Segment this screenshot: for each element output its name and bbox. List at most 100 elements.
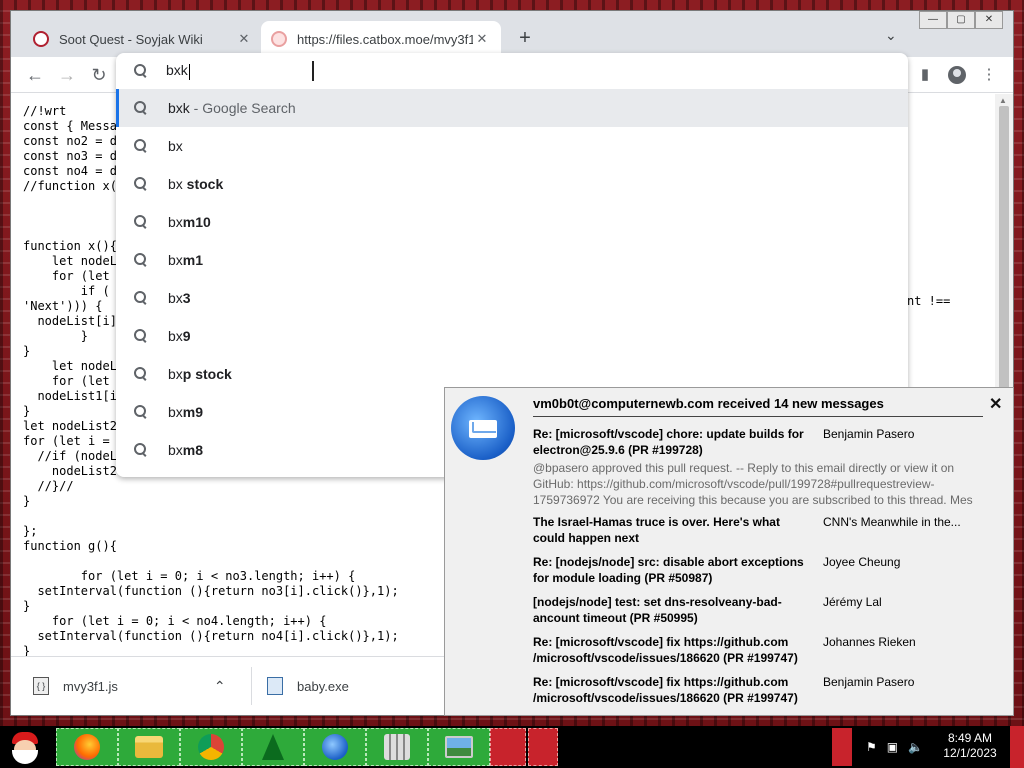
message-subject: Re: [nodejs/node] src: disable abort exc… xyxy=(533,555,804,585)
download-item-exe[interactable]: baby.exe xyxy=(267,671,349,701)
suggestion-item[interactable]: bxm10 xyxy=(116,203,908,241)
maximize-button[interactable]: ▢ xyxy=(947,11,975,29)
taskbar-button-extra[interactable] xyxy=(490,728,526,766)
taskbar-xmas-tree[interactable] xyxy=(242,728,304,766)
mail-notification[interactable]: vm0b0t@computernewb.com received 14 new … xyxy=(444,387,1014,716)
text-caret xyxy=(188,63,190,80)
message-subject: Re: [microsoft/vscode] fix https://githu… xyxy=(533,675,798,705)
suggestion-item[interactable]: bxk - Google Search xyxy=(116,89,908,127)
tab-catbox-file[interactable]: https://files.catbox.moe/mvy3f1.js ✕ xyxy=(261,21,501,57)
message-subject: Re: [microsoft/vscode] fix https://githu… xyxy=(533,635,798,665)
download-separator xyxy=(251,667,252,705)
taskbar: ⚑ ▣ 🔈 8:49 AM 12/1/2023 xyxy=(0,726,1024,768)
suggestion-item[interactable]: bx3 xyxy=(116,279,908,317)
address-bar[interactable]: bxk xyxy=(116,53,908,89)
new-tab-button[interactable]: + xyxy=(513,27,537,50)
download-item-js[interactable]: { } mvy3f1.js ⌃ xyxy=(33,671,226,701)
browser-menu-icon[interactable]: ⋮ xyxy=(977,63,1001,87)
taskbar-clock[interactable]: 8:49 AM 12/1/2023 xyxy=(940,731,1000,761)
exe-file-icon xyxy=(267,677,283,695)
clock-time: 8:49 AM xyxy=(947,731,993,745)
taskbar-image-viewer[interactable] xyxy=(428,728,490,766)
action-center-icon[interactable]: ⚑ xyxy=(866,740,877,754)
suggestion-completion: 9 xyxy=(182,328,191,344)
message-item[interactable]: Re: [microsoft/vscode] fix https://githu… xyxy=(533,674,993,710)
suggestion-typed: bx xyxy=(168,404,183,420)
catbox-favicon-icon xyxy=(271,31,287,47)
search-icon xyxy=(134,443,148,457)
santa-beard-icon xyxy=(12,750,38,764)
search-icon xyxy=(134,291,148,305)
taskbar-firefox[interactable] xyxy=(56,728,118,766)
tab-strip: Soot Quest - Soyjak Wiki ✕ https://files… xyxy=(11,11,1013,57)
scrollbar-thumb[interactable] xyxy=(999,106,1009,406)
image-viewer-icon xyxy=(445,736,473,758)
suggestion-typed: bxk xyxy=(168,100,190,116)
suggestion-item[interactable]: bx9 xyxy=(116,317,908,355)
js-file-icon: { } xyxy=(33,677,49,695)
taskbar-thunderbird[interactable] xyxy=(304,728,366,766)
message-item[interactable]: [nodejs/node] test: set dns-resolveany-b… xyxy=(533,594,993,630)
show-desktop-button[interactable] xyxy=(1010,726,1024,768)
minimize-button[interactable]: — xyxy=(919,11,947,29)
message-item[interactable]: Re: [nodejs/node] src: disable abort exc… xyxy=(533,554,993,590)
suggestion-item[interactable]: bx stock xyxy=(116,165,908,203)
suggestion-completion: m8 xyxy=(182,442,204,458)
tray-highlight[interactable] xyxy=(832,728,852,766)
search-icon xyxy=(134,177,148,191)
tab-close-icon[interactable]: ✕ xyxy=(473,31,491,47)
tab-title: https://files.catbox.moe/mvy3f1.js xyxy=(297,31,473,47)
suggestion-item[interactable]: bx xyxy=(116,127,908,165)
envelope-icon xyxy=(469,420,497,438)
notification-divider xyxy=(533,416,983,417)
tab-search-button[interactable]: ⌄ xyxy=(885,27,897,44)
address-input[interactable]: bxk xyxy=(166,62,190,80)
message-sender: Benjamin Pasero xyxy=(823,675,915,689)
message-subject: The Israel-Hamas truce is over. Here's w… xyxy=(533,515,780,545)
suggestion-completion: m1 xyxy=(182,252,204,268)
soyjak-wiki-favicon-icon xyxy=(33,31,49,47)
message-sender: Joyee Cheung xyxy=(823,555,901,569)
tab-title: Soot Quest - Soyjak Wiki xyxy=(59,31,203,47)
taskbar-calculator[interactable] xyxy=(366,728,428,766)
side-panel-icon[interactable]: ▮ xyxy=(913,63,937,87)
address-query: bxk xyxy=(166,62,188,79)
start-button[interactable] xyxy=(4,728,48,766)
calculator-icon xyxy=(384,734,410,760)
suggestion-hint: - Google Search xyxy=(189,100,296,116)
message-sender: Benjamin Pasero xyxy=(823,427,915,441)
forward-button[interactable]: → xyxy=(55,63,79,87)
message-sender: Johannes Rieken xyxy=(823,635,916,649)
download-filename: baby.exe xyxy=(297,678,349,694)
message-item[interactable]: The Israel-Hamas truce is over. Here's w… xyxy=(533,514,993,550)
reload-button[interactable]: ↻ xyxy=(87,63,111,87)
taskbar-chrome[interactable] xyxy=(180,728,242,766)
message-subject: Re: [microsoft/vscode] chore: update bui… xyxy=(533,427,804,457)
suggestion-typed: bx xyxy=(168,290,183,306)
message-item[interactable]: Re: [microsoft/vscode] chore: update bui… xyxy=(533,426,993,510)
notification-close-icon[interactable]: ✕ xyxy=(989,394,1002,414)
tab-close-icon[interactable]: ✕ xyxy=(235,31,253,47)
volume-icon[interactable]: 🔈 xyxy=(908,740,923,754)
close-window-button[interactable]: ✕ xyxy=(975,11,1003,29)
message-item[interactable]: Re: [microsoft/vscode] fix https://githu… xyxy=(533,634,993,670)
taskbar-button-extra[interactable] xyxy=(528,728,558,766)
scroll-up-icon[interactable]: ▲ xyxy=(999,96,1007,105)
message-sender: Jérémy Lal xyxy=(823,595,882,609)
chrome-icon xyxy=(198,734,224,760)
chevron-up-icon[interactable]: ⌃ xyxy=(214,678,226,695)
search-icon xyxy=(134,253,148,267)
network-icon[interactable]: ▣ xyxy=(887,740,898,754)
profile-button[interactable] xyxy=(945,63,969,87)
xmas-tree-icon xyxy=(262,734,284,760)
suggestion-completion: stock xyxy=(182,176,224,192)
back-button[interactable]: ← xyxy=(23,63,47,87)
search-icon xyxy=(134,367,148,381)
suggestion-typed: bx xyxy=(168,366,183,382)
suggestion-item[interactable]: bxm1 xyxy=(116,241,908,279)
taskbar-file-explorer[interactable] xyxy=(118,728,180,766)
message-sender: CNN's Meanwhile in the... xyxy=(823,515,961,529)
system-tray: ⚑ ▣ 🔈 xyxy=(832,728,923,766)
tab-soot-quest[interactable]: Soot Quest - Soyjak Wiki ✕ xyxy=(23,21,263,57)
message-subject: [nodejs/node] test: set dns-resolveany-b… xyxy=(533,595,782,625)
